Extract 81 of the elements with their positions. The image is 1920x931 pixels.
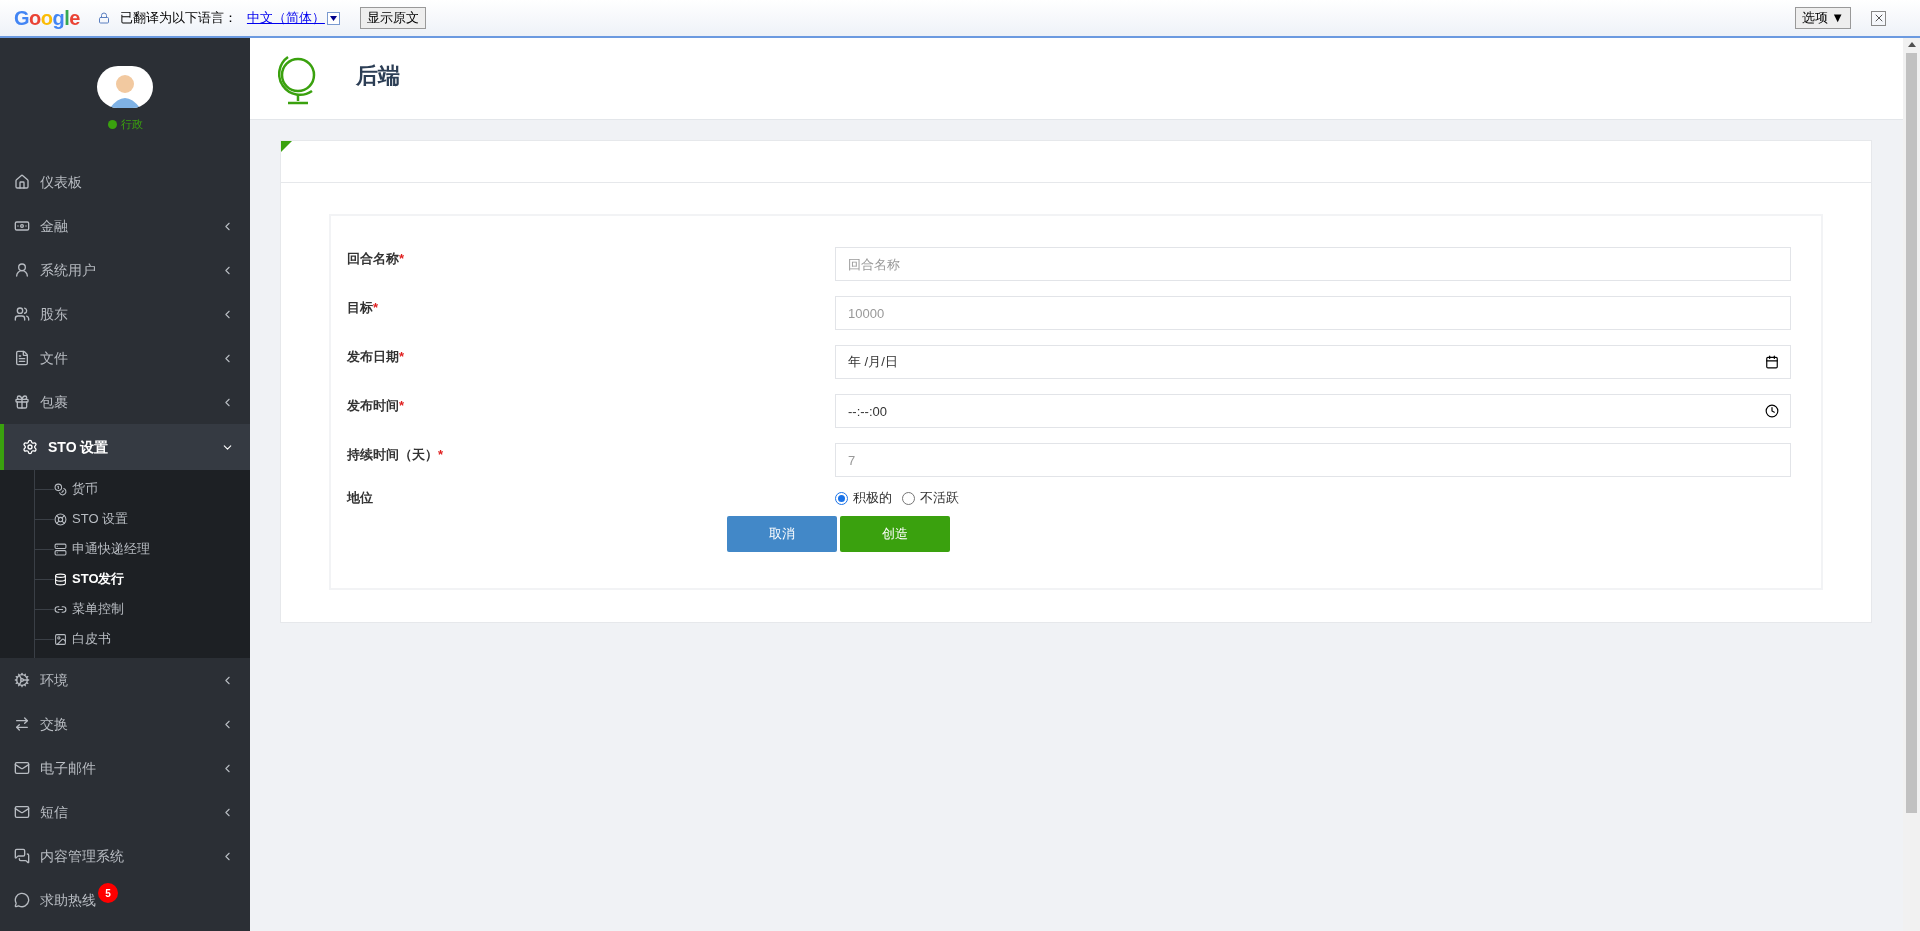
input-field[interactable]: 年 /月/日 <box>835 345 1791 379</box>
sidebar-item[interactable]: 文件 <box>0 336 250 380</box>
submenu-item[interactable]: STO 设置 <box>54 509 129 529</box>
gift-icon <box>14 394 30 410</box>
sidebar-item[interactable]: 交换 <box>0 702 250 746</box>
notification-badge: 5 <box>98 883 118 903</box>
lifebuoy-icon <box>54 512 67 526</box>
settings-icon <box>22 439 38 455</box>
field-label: 目标* <box>346 299 380 317</box>
sidebar-label: 金融 <box>40 216 68 236</box>
sidebar-label: 内容管理系统 <box>40 846 124 866</box>
sidebar-item[interactable]: 金融 <box>0 204 250 248</box>
sidebar-label: 环境 <box>40 670 68 690</box>
input-field[interactable]: 10000 <box>835 296 1791 330</box>
show-original-button[interactable]: 显示原文 <box>359 7 426 29</box>
envelope-icon <box>14 804 30 820</box>
field-label: 发布日期* <box>346 348 406 366</box>
image-icon <box>54 632 67 646</box>
sidebar-item[interactable]: STO 设置 <box>0 424 250 470</box>
sidebar-label: 文件 <box>40 348 68 368</box>
field-label: 地位 <box>345 489 374 508</box>
document-icon <box>14 350 30 366</box>
swap-icon <box>14 716 30 732</box>
avatar-icon[interactable] <box>97 65 153 108</box>
input-field[interactable]: 回合名称 <box>835 247 1791 281</box>
sidebar-label: 短信 <box>40 802 68 822</box>
server-icon <box>54 542 67 556</box>
sidebar-item[interactable]: 电子邮件 <box>0 746 250 790</box>
users-icon <box>14 306 30 322</box>
home-icon <box>14 174 30 190</box>
sidebar-item[interactable]: 内容管理系统 <box>0 834 250 878</box>
google-logo: Google <box>14 6 80 31</box>
radio-option[interactable]: 积极的 <box>835 488 892 508</box>
field-label: 持续时间（天）* <box>346 446 445 464</box>
banknote-icon <box>14 218 30 234</box>
sidebar-label: 股东 <box>40 304 68 324</box>
input-field[interactable]: 7 <box>835 443 1791 477</box>
options-button[interactable]: 选项 ▼ <box>1794 7 1851 29</box>
sidebar-label: 仪表板 <box>40 172 82 192</box>
calendar-icon[interactable] <box>1765 355 1779 369</box>
scrollbar[interactable] <box>1903 38 1920 931</box>
sidebar-label: 系统用户 <box>40 260 96 280</box>
submenu-item[interactable]: 货币 <box>54 479 98 499</box>
submenu-item[interactable]: 白皮书 <box>54 629 111 649</box>
lock-icon <box>97 12 110 24</box>
envelope-icon <box>14 760 30 776</box>
page-title: 后端 <box>356 62 400 90</box>
sidebar-label: 电子邮件 <box>40 758 96 778</box>
database-icon <box>54 572 67 586</box>
sidebar-label: 求助热线 <box>40 890 96 910</box>
language-link[interactable]: 中文（简体） <box>246 8 325 28</box>
sidebar-label: 包裹 <box>40 392 68 412</box>
scroll-up-arrow-icon[interactable] <box>1907 42 1916 47</box>
chat-bubbles-icon <box>14 848 30 864</box>
sidebar-label: 交换 <box>40 714 68 734</box>
sidebar-label: STO 设置 <box>48 437 109 457</box>
radio-option[interactable]: 不活跃 <box>902 488 959 508</box>
submenu-item[interactable]: 申通快递经理 <box>54 539 150 559</box>
user-role: 行政 <box>120 116 143 132</box>
field-label: 回合名称* <box>346 250 406 268</box>
user-icon <box>14 262 30 278</box>
close-icon[interactable] <box>1871 10 1886 26</box>
cancel-button[interactable]: 取消 <box>727 516 837 552</box>
input-field[interactable]: --:--:00 <box>835 394 1791 428</box>
chat-bubble-icon <box>14 892 30 908</box>
sidebar-item[interactable]: 系统用户 <box>0 248 250 292</box>
sidebar-item[interactable]: 短信 <box>0 790 250 834</box>
settings-icon <box>14 672 30 688</box>
corner-marker-icon <box>281 141 292 152</box>
sidebar-item[interactable]: 求助热线 5 <box>0 878 250 922</box>
submenu-item[interactable]: 菜单控制 <box>54 599 124 619</box>
sidebar-item[interactable]: 股东 <box>0 292 250 336</box>
sidebar-item[interactable]: 仪表板 <box>0 160 250 204</box>
dropdown-icon[interactable] <box>326 11 340 25</box>
translate-message: 已翻译为以下语言： <box>119 9 237 28</box>
submenu-item[interactable]: STO发行 <box>54 569 125 589</box>
field-label: 发布时间* <box>346 397 406 415</box>
clock-icon[interactable] <box>1765 404 1779 418</box>
sidebar-item[interactable]: 包裹 <box>0 380 250 424</box>
coin-icon <box>54 482 67 496</box>
sidebar-item[interactable]: 环境 <box>0 658 250 702</box>
